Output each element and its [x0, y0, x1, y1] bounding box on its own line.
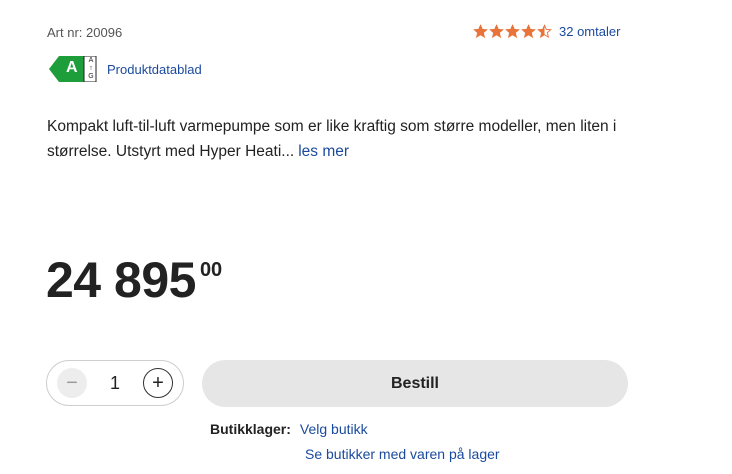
star-icon: [505, 24, 520, 39]
product-datasheet-link[interactable]: Produktdatablad: [107, 62, 202, 77]
order-button[interactable]: Bestill: [202, 360, 628, 407]
see-stores-link[interactable]: Se butikker med varen på lager: [305, 446, 500, 462]
energy-scale: A ↑ G: [86, 57, 96, 81]
quantity-value[interactable]: 1: [110, 373, 120, 394]
choose-store-link[interactable]: Velg butikk: [300, 421, 368, 437]
decrease-quantity-button[interactable]: −: [57, 368, 87, 398]
rating-stars: [473, 24, 553, 39]
price-main: 24 895: [46, 252, 196, 308]
star-icon: [537, 24, 552, 39]
energy-class-letter: A: [66, 59, 78, 76]
store-stock-label: Butikklager:: [210, 421, 291, 437]
energy-class-badge[interactable]: A A ↑ G: [49, 56, 97, 82]
energy-label[interactable]: A A ↑ G Produktdatablad: [49, 56, 202, 82]
read-more-link[interactable]: les mer: [298, 143, 349, 160]
price-cents: 00: [199, 259, 223, 281]
article-number-value: 20096: [86, 25, 123, 40]
star-icon: [521, 24, 536, 39]
price: 24 895 00: [46, 250, 222, 310]
product-description: Kompakt luft-til-luft varmepumpe som er …: [47, 114, 617, 164]
energy-scale-arrow-icon: ↑: [89, 65, 93, 72]
reviews-link[interactable]: 32 omtaler: [559, 24, 620, 39]
quantity-stepper[interactable]: − 1 +: [46, 360, 184, 406]
star-icon: [489, 24, 504, 39]
increase-quantity-button[interactable]: +: [142, 368, 173, 398]
energy-scale-top: A: [88, 57, 94, 64]
store-stock: Butikklager: Velg butikk: [210, 421, 368, 437]
star-icon: [473, 24, 488, 39]
article-number-label: Art nr:: [47, 25, 83, 40]
rating[interactable]: 32 omtaler: [473, 24, 620, 39]
energy-scale-bottom: G: [88, 73, 94, 80]
article-number: Art nr: 20096: [47, 25, 122, 40]
